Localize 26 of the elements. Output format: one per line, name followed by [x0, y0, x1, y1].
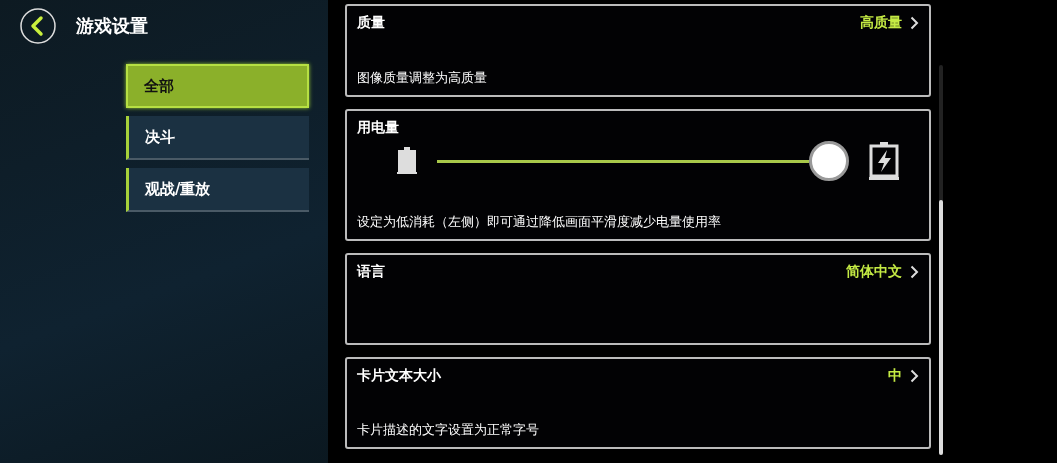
setting-title: 用电量: [357, 119, 399, 137]
setting-value[interactable]: 简体中文: [846, 263, 902, 281]
chevron-right-icon[interactable]: [910, 369, 919, 383]
setting-card[interactable]: 卡片文本大小 中 卡片描述的文字设置为正常字号: [345, 357, 931, 449]
setting-card[interactable]: 质量 高质量 图像质量调整为高质量: [345, 4, 931, 97]
setting-description: 图像质量调整为高质量: [357, 70, 488, 87]
chevron-right-icon[interactable]: [910, 16, 919, 30]
sidebar-tab[interactable]: 决斗: [126, 116, 309, 160]
battery-charging-icon: [869, 142, 899, 180]
setting-title: 语言: [357, 263, 385, 281]
setting-card[interactable]: 用电量 设定为低消耗（左侧）即可通过降低画面平滑度减少电量使用率: [345, 109, 931, 241]
setting-title: 卡片文本大小: [357, 367, 441, 385]
battery-low-icon: [397, 147, 417, 175]
slider-thumb[interactable]: [809, 141, 849, 181]
sidebar-tab[interactable]: 观战/重放: [126, 168, 309, 212]
back-icon[interactable]: [20, 8, 56, 44]
setting-value[interactable]: 中: [888, 367, 902, 385]
chevron-right-icon[interactable]: [910, 265, 919, 279]
scrollbar[interactable]: [939, 65, 943, 455]
setting-description: 设定为低消耗（左侧）即可通过降低画面平滑度减少电量使用率: [357, 214, 722, 231]
setting-card[interactable]: 语言 简体中文: [345, 253, 931, 345]
setting-title: 质量: [357, 14, 385, 32]
sidebar-tab[interactable]: 全部: [126, 64, 309, 108]
setting-value[interactable]: 高质量: [860, 14, 902, 32]
page-title: 游戏设置: [76, 14, 148, 38]
setting-description: 卡片描述的文字设置为正常字号: [357, 422, 540, 439]
